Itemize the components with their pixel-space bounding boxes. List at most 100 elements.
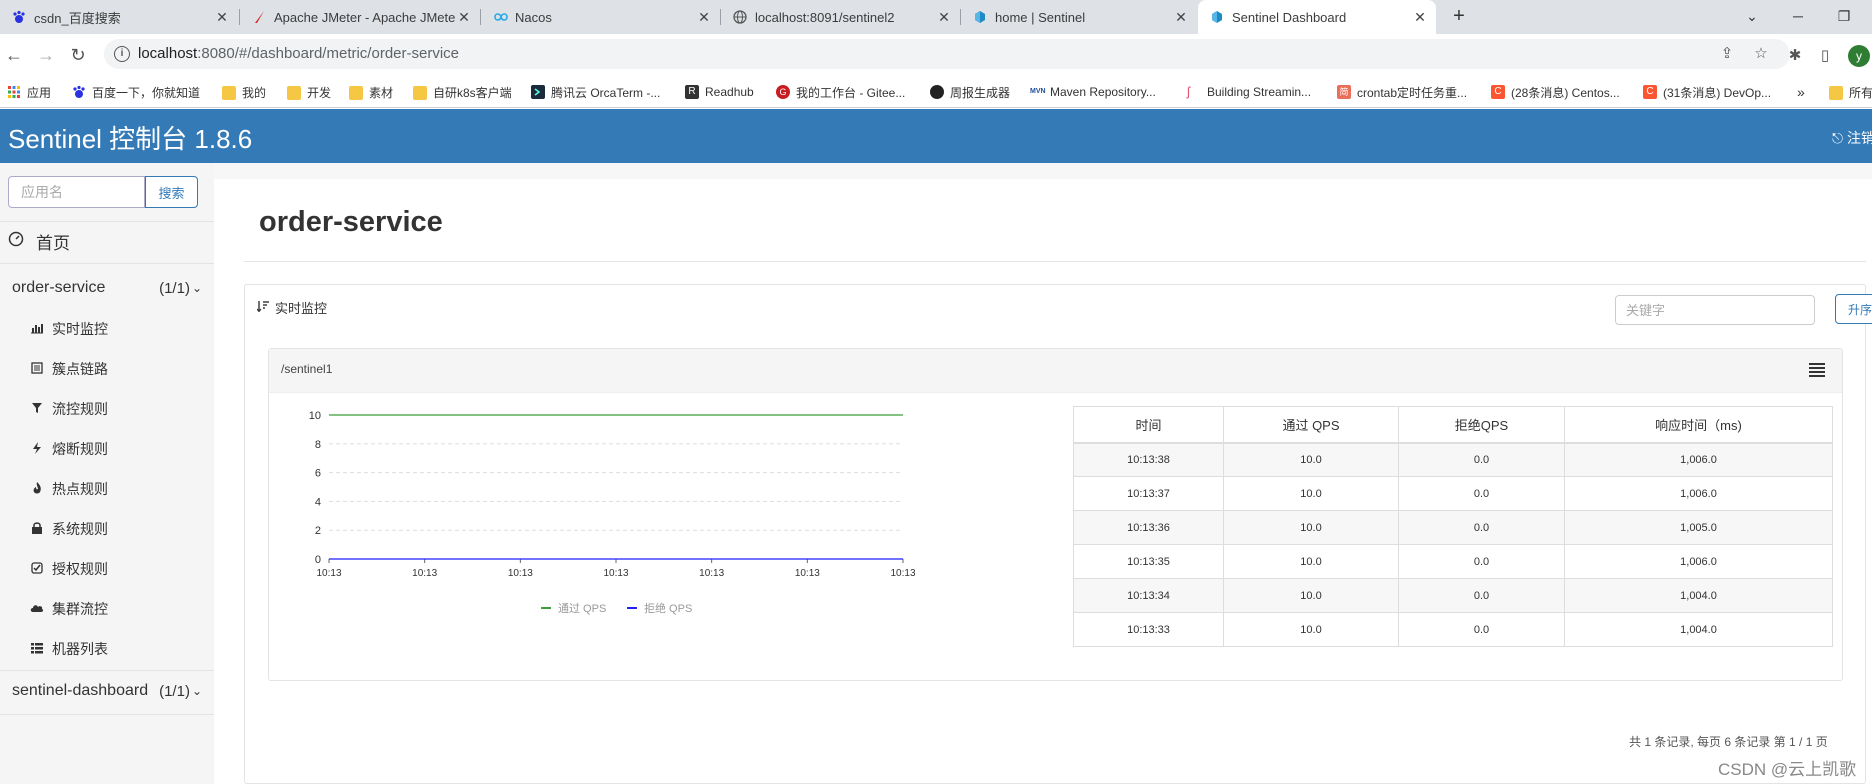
close-icon[interactable]: ✕ — [696, 9, 712, 25]
extensions-icon[interactable]: ✱ — [1785, 46, 1805, 66]
bookmark-folder-mine[interactable]: 我的 — [222, 83, 266, 101]
menu-item-authority-rules[interactable]: 授权规则 — [30, 559, 108, 579]
sidebar-app-sentinel-dashboard[interactable]: sentinel-dashboard (1/1) ⌄ — [12, 682, 202, 700]
panel-title: 实时监控 — [275, 301, 328, 316]
tab-jmeter[interactable]: Apache JMeter - Apache JMeter ✕ — [240, 0, 480, 34]
back-button[interactable]: ← — [0, 41, 28, 69]
y-tick-label: 8 — [315, 439, 321, 451]
bookmark-folder-k8s[interactable]: 自研k8s客户端 — [413, 83, 512, 101]
menu-item-cluster-flow[interactable]: 集群流控 — [30, 599, 108, 619]
y-tick-label: 2 — [315, 525, 321, 537]
bookmark-folder-dev[interactable]: 开发 — [287, 83, 331, 101]
legend-label: 通过 QPS — [558, 602, 606, 615]
tab-search-icon[interactable]: ⌄ — [1738, 4, 1766, 28]
side-panel-icon[interactable]: ▯ — [1815, 46, 1835, 66]
new-tab-button[interactable]: + — [1447, 5, 1471, 29]
browser-tab-bar: csdn_百度搜索 ✕ Apache JMeter - Apache JMete… — [0, 0, 1872, 34]
bookmark-crontab[interactable]: 简 crontab定时任务重... — [1337, 83, 1467, 101]
table-cell: 10:13:33 — [1073, 612, 1224, 647]
bookmarks-overflow-button[interactable]: » — [1797, 83, 1805, 101]
table-row: 10:13:38 10.0 0.0 1,006.0 — [1073, 442, 1833, 477]
table-cell: 10:13:37 — [1073, 476, 1224, 511]
close-icon[interactable]: ✕ — [1173, 9, 1189, 25]
reload-button[interactable]: ↻ — [64, 41, 92, 69]
resource-card-header: /sentinel1 — [269, 349, 1842, 393]
close-icon[interactable]: ✕ — [936, 9, 952, 25]
x-tick-label: 10:13 — [412, 568, 437, 579]
bookmark-flink[interactable]: ʃ Building Streamin... — [1187, 83, 1311, 101]
menu-item-degrade-rules[interactable]: 熔断规则 — [30, 439, 108, 459]
url-bar[interactable]: i localhost:8080/#/dashboard/metric/orde… — [104, 39, 1790, 69]
tab-title: Apache JMeter - Apache JMeter — [274, 9, 456, 25]
forward-button[interactable]: → — [32, 41, 60, 69]
tab-localhost-sentinel2[interactable]: localhost:8091/sentinel2 ✕ — [721, 0, 960, 34]
menu-item-machine-list[interactable]: 机器列表 — [30, 639, 108, 659]
tab-home-sentinel[interactable]: home | Sentinel ✕ — [961, 0, 1197, 34]
table-cell: 0.0 — [1398, 442, 1565, 477]
menu-item-flow-rules[interactable]: 流控规则 — [30, 399, 108, 419]
bookmark-orcaterm[interactable]: 腾讯云 OrcaTerm -... — [531, 83, 660, 101]
tab-title: csdn_百度搜索 — [34, 10, 121, 26]
x-tick-label: 10:13 — [508, 568, 533, 579]
maximize-button[interactable]: ❐ — [1830, 4, 1858, 28]
bookmark-readhub[interactable]: R Readhub — [685, 83, 754, 101]
maven-icon: MVN — [1030, 88, 1046, 95]
profile-avatar[interactable]: y — [1848, 45, 1870, 67]
bookmark-csdn-devops[interactable]: C (31条消息) DevOp... — [1643, 83, 1771, 101]
logout-link[interactable]: ⎋ 注销 — [1832, 128, 1872, 148]
share-icon[interactable]: ⇪ — [1718, 45, 1736, 63]
menu-item-realtime-monitor[interactable]: 实时监控 — [30, 319, 108, 339]
keyword-search-input[interactable] — [1615, 295, 1815, 325]
x-tick-label: 10:13 — [699, 568, 724, 579]
close-icon[interactable]: ✕ — [456, 9, 472, 25]
bookmark-folder-material[interactable]: 素材 — [349, 83, 393, 101]
tab-csdn[interactable]: csdn_百度搜索 ✕ — [0, 0, 238, 34]
table-cell: 0.0 — [1398, 510, 1565, 545]
sentinel-icon — [1210, 10, 1224, 24]
bookmark-folder-all[interactable]: 所有 — [1829, 83, 1872, 101]
close-icon[interactable]: ✕ — [1412, 9, 1428, 25]
panel-heading: 实时监控 — [256, 298, 328, 317]
menu-item-system-rules[interactable]: 系统规则 — [30, 519, 108, 539]
sidebar: 搜索 首页 order-service (1/1) ⌄ 实时监控 簇点链路 流控… — [0, 163, 214, 784]
table-cell: 10.0 — [1223, 476, 1399, 511]
metric-table: 时间 通过 QPS 拒绝QPS 响应时间（ms) 10:13:38 10.0 0.0… — [1073, 406, 1833, 647]
table-cell: 1,006.0 — [1564, 544, 1833, 579]
menu-icon[interactable] — [1809, 363, 1825, 377]
menu-item-cluster-link[interactable]: 簇点链路 — [30, 359, 108, 379]
list-icon — [30, 362, 44, 376]
app-title[interactable]: Sentinel 控制台 1.8.6 — [8, 119, 252, 156]
bookmarks-bar: 应用 百度一下，你就知道 我的 开发 素材 自研k8s客户端 腾讯云 OrcaT… — [0, 74, 1872, 108]
table-cell: 0.0 — [1398, 578, 1565, 613]
search-button[interactable]: 搜索 — [145, 176, 198, 208]
flink-icon: ʃ — [1187, 84, 1190, 99]
table-cell: 10:13:35 — [1073, 544, 1224, 579]
minimize-button[interactable]: ─ — [1784, 4, 1812, 28]
bookmark-gitee[interactable]: G 我的工作台 - Gitee... — [776, 83, 905, 101]
qps-line-chart: 0 2 4 6 8 10 10:13 10:13 10:13 10:13 10:13 10:13 10:… — [279, 399, 939, 669]
url-text[interactable]: localhost:8080/#/dashboard/metric/order-… — [138, 45, 459, 62]
bookmark-baidu[interactable]: 百度一下，你就知道 — [72, 83, 200, 101]
bookmark-star-icon[interactable]: ☆ — [1752, 45, 1770, 63]
x-tick-label: 10:13 — [890, 568, 915, 579]
table-row: 10:13:36 10.0 0.0 1,005.0 — [1073, 510, 1833, 545]
sort-ascending-button[interactable]: 升序 — [1835, 294, 1872, 324]
tab-sentinel-dashboard[interactable]: Sentinel Dashboard ✕ — [1198, 0, 1436, 34]
menu-item-hotspot-rules[interactable]: 热点规则 — [30, 479, 108, 499]
sidebar-app-order-service[interactable]: order-service (1/1) ⌄ — [12, 279, 202, 297]
sidebar-item-home[interactable]: 首页 — [8, 229, 70, 254]
bookmark-weekly-report[interactable]: 周报生成器 — [930, 83, 1010, 101]
content-top-strip — [214, 163, 1872, 179]
bookmark-csdn-centos[interactable]: C (28条消息) Centos... — [1491, 83, 1620, 101]
watermark: CSDN @云上凯歌 — [1718, 760, 1857, 779]
column-header-rt: 响应时间（ms) — [1564, 406, 1833, 444]
sort-amount-icon — [256, 300, 269, 315]
close-icon[interactable]: ✕ — [214, 9, 230, 25]
info-icon[interactable]: i — [114, 46, 130, 62]
cloud-icon — [30, 602, 44, 616]
bookmark-maven[interactable]: MVN Maven Repository... — [1030, 83, 1156, 101]
tab-nacos[interactable]: Nacos ✕ — [481, 0, 720, 34]
bookmark-apps[interactable]: 应用 — [7, 83, 51, 101]
flash-icon — [30, 442, 44, 456]
app-search-input[interactable] — [8, 176, 145, 208]
